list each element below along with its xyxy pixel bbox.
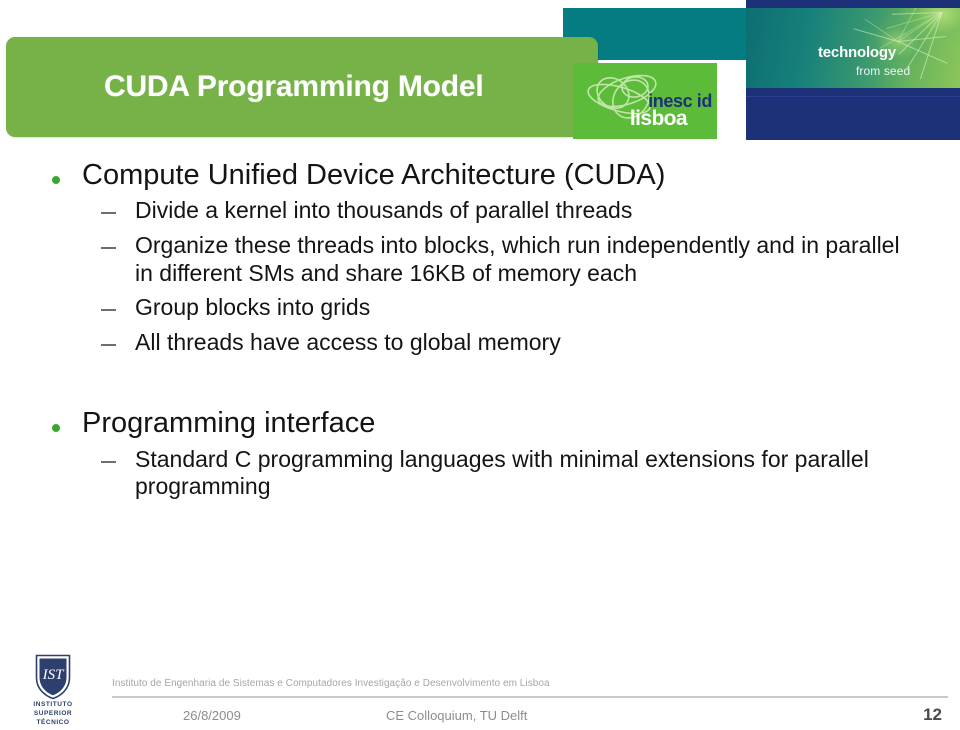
navy-panel-divider	[746, 96, 960, 97]
bullet-dash-icon	[101, 309, 116, 312]
bullet-level2: All threads have access to global memory	[0, 329, 960, 357]
footer-divider	[112, 696, 948, 698]
bullet-dash-icon	[101, 460, 116, 463]
slide-footer: IST INSTITUTO SUPERIOR TÉCNICO Instituto…	[0, 652, 960, 730]
bullet-level1: Programming interface	[0, 407, 960, 440]
bullet-block: Programming interface Standard C program…	[0, 408, 960, 501]
bullet-level2-text: Organize these threads into blocks, whic…	[135, 232, 900, 286]
bullet-dash-icon	[101, 212, 116, 215]
ist-caption-line-3: TÉCNICO	[36, 718, 70, 726]
bullet-level2-text: All threads have access to global memory	[135, 328, 561, 355]
bullet-level1-text: Programming interface	[82, 407, 376, 440]
slide-header-banner: CUDA Programming Model inesc id lisboa t…	[0, 0, 960, 145]
bullet-dash-icon	[101, 343, 116, 346]
inesc-lisboa-wordmark: lisboa	[629, 107, 688, 130]
slide-body: Compute Unified Device Architecture (CUD…	[0, 160, 960, 501]
technology-tagline-secondary: from seed	[856, 64, 911, 78]
ist-logo-caption: INSTITUTO SUPERIOR TÉCNICO	[22, 701, 84, 728]
ist-caption-line-1: INSTITUTO	[33, 701, 73, 708]
inesc-id-logo: inesc id lisboa	[573, 63, 717, 139]
bullet-level1: Compute Unified Device Architecture (CUD…	[0, 160, 960, 190]
bullet-level2: Group blocks into grids	[0, 294, 960, 322]
bullet-level2-text: Divide a kernel into thousands of parall…	[135, 197, 633, 224]
slide-page-number: 12	[923, 705, 942, 724]
bullet-level2: Organize these threads into blocks, whic…	[0, 232, 960, 287]
bullet-dash-icon	[101, 247, 116, 250]
slide-canvas: CUDA Programming Model inesc id lisboa t…	[0, 0, 960, 730]
bullet-level2: Divide a kernel into thousands of parall…	[0, 197, 960, 225]
ist-logo: IST INSTITUTO SUPERIOR TÉCNICO	[22, 654, 84, 728]
bullet-block: Compute Unified Device Architecture (CUD…	[0, 160, 960, 356]
bullet-level1-text: Compute Unified Device Architecture (CUD…	[82, 159, 666, 191]
footer-date: 26/8/2009	[183, 708, 241, 723]
bullet-dot-icon	[52, 424, 60, 433]
page-title: CUDA Programming Model	[104, 70, 484, 103]
bullet-dot-icon	[52, 176, 60, 184]
technology-tagline-primary: technology	[818, 44, 897, 61]
bullet-level2-text: Group blocks into grids	[135, 294, 371, 321]
institute-tagline: Instituto de Engenharia de Sistemas e Co…	[112, 678, 550, 689]
bullet-level2-text: Standard C programming languages with mi…	[135, 445, 869, 500]
ist-shield-icon: IST	[35, 654, 71, 700]
ist-caption-line-2: SUPERIOR	[33, 709, 73, 717]
svg-text:IST: IST	[42, 667, 65, 683]
footer-event-name: CE Colloquium, TU Delft	[386, 708, 528, 723]
bullet-level2: Standard C programming languages with mi…	[0, 446, 960, 501]
